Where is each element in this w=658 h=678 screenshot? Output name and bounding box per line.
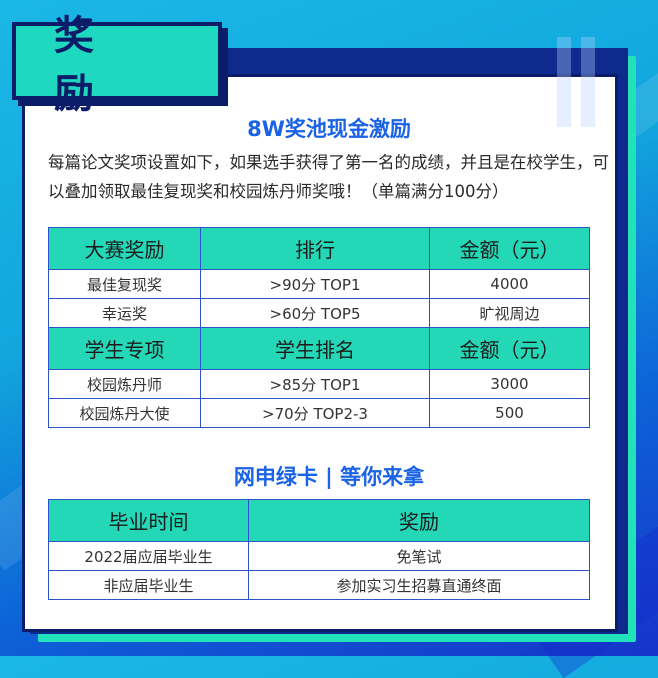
table-row: 2022届应届毕业生 免笔试 bbox=[48, 541, 590, 571]
table-cell: 500 bbox=[429, 398, 590, 428]
header-cell: 学生专项 bbox=[48, 327, 201, 370]
section-heading-green-card: 网申绿卡 | 等你来拿 bbox=[233, 465, 425, 489]
table-row: 非应届毕业生 参加实习生招募直通终面 bbox=[48, 570, 590, 600]
table-cell: >90分 TOP1 bbox=[200, 269, 430, 299]
table-row: 最佳复现奖 >90分 TOP1 4000 bbox=[48, 269, 590, 299]
table-cell: 旷视周边 bbox=[429, 298, 590, 328]
header-cell: 学生排名 bbox=[200, 327, 430, 370]
table-cell: 校园炼丹大使 bbox=[48, 398, 201, 428]
title-badge-text: 奖 励 bbox=[54, 13, 132, 117]
header-cell: 毕业时间 bbox=[48, 499, 249, 542]
title-badge: 奖 励 bbox=[12, 13, 222, 117]
table-cell: >60分 TOP5 bbox=[200, 298, 430, 328]
table-cell: 2022届应届毕业生 bbox=[48, 541, 249, 571]
table-header-row: 毕业时间 奖励 bbox=[48, 499, 590, 542]
table-row: 幸运奖 >60分 TOP5 旷视周边 bbox=[48, 298, 590, 328]
header-cell: 排行 bbox=[200, 227, 430, 270]
table-row: 校园炼丹师 >85分 TOP1 3000 bbox=[48, 369, 590, 399]
table-cell: 最佳复现奖 bbox=[48, 269, 201, 299]
section-heading-prize-pool: 8W奖池现金激励 bbox=[247, 117, 411, 141]
header-cell: 大赛奖励 bbox=[48, 227, 201, 270]
table-cell: >85分 TOP1 bbox=[200, 369, 430, 399]
header-cell: 金额（元） bbox=[429, 327, 590, 370]
table-header-row: 大赛奖励 排行 金额（元） bbox=[48, 227, 590, 270]
table-cell: 校园炼丹师 bbox=[48, 369, 201, 399]
intro-paragraph: 每篇论文奖项设置如下，如果选手获得了第一名的成绩，并且是在校学生，可以叠加领取最… bbox=[48, 153, 609, 201]
table-row: 校园炼丹大使 >70分 TOP2-3 500 bbox=[48, 398, 590, 428]
table-cell: 幸运奖 bbox=[48, 298, 201, 328]
table-header-row: 学生专项 学生排名 金额（元） bbox=[48, 327, 590, 370]
reward-table: 大赛奖励 排行 金额（元） 最佳复现奖 >90分 TOP1 4000 幸运奖 >… bbox=[48, 227, 590, 428]
table-cell: >70分 TOP2-3 bbox=[200, 398, 430, 428]
table-cell: 非应届毕业生 bbox=[48, 570, 249, 600]
table-cell: 免笔试 bbox=[248, 541, 590, 571]
green-card-table: 毕业时间 奖励 2022届应届毕业生 免笔试 非应届毕业生 参加实习生招募直通终… bbox=[48, 499, 590, 600]
header-cell: 金额（元） bbox=[429, 227, 590, 270]
table-cell: 参加实习生招募直通终面 bbox=[248, 570, 590, 600]
table-cell: 3000 bbox=[429, 369, 590, 399]
table-cell: 4000 bbox=[429, 269, 590, 299]
header-cell: 奖励 bbox=[248, 499, 590, 542]
